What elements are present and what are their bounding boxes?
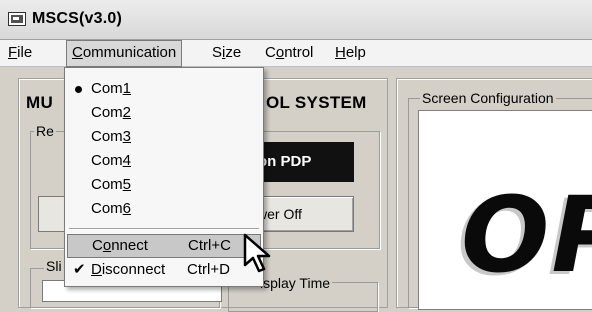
menu-size-rest: ze	[225, 44, 242, 61]
slide-group-legend: Sli	[44, 258, 64, 274]
panel-heading-right: OL SYSTEM	[266, 93, 367, 112]
mnemonic-letter: D	[91, 261, 102, 278]
mnemonic-letter: 3	[122, 128, 132, 145]
menu-size-a: S	[212, 44, 223, 61]
menu-item-label: Com1	[91, 80, 132, 97]
menu-help[interactable]: Help	[330, 40, 371, 67]
menu-item-connect[interactable]: Connect Ctrl+C	[67, 234, 261, 258]
menu-control[interactable]: Control	[260, 40, 318, 67]
menu-item-shortcut: Ctrl+D	[187, 261, 230, 278]
menu-file-rest: ile	[17, 44, 33, 61]
communication-menu: Com1 Com2 Com3 Com4 Com5 Com6 Connect Ct…	[64, 67, 264, 287]
title-bar: MSCS(v3.0)	[0, 0, 592, 40]
menu-item-label: Disconnect	[91, 261, 166, 278]
mnemonic-letter: o	[102, 237, 112, 254]
menu-file-mnemonic: F	[8, 44, 18, 61]
menu-communication[interactable]: Communication	[66, 40, 183, 67]
menu-item-label: Com5	[91, 176, 132, 193]
menu-item-com5[interactable]: Com5	[67, 173, 261, 197]
menu-item-shortcut: Ctrl+C	[188, 237, 231, 254]
menu-communication-mnemonic: C	[72, 44, 83, 61]
display-time-legend: isplay Time	[258, 275, 333, 291]
menu-communication-rest: ommunication	[82, 44, 177, 61]
mnemonic-letter: 4	[122, 152, 132, 169]
menu-item-com3[interactable]: Com3	[67, 125, 261, 149]
menu-item-label: Com3	[91, 128, 132, 145]
menu-control-a: C	[265, 44, 276, 61]
menu-item-label: Com2	[91, 104, 132, 121]
preview-text: OP	[461, 174, 592, 296]
menu-item-com4[interactable]: Com4	[67, 149, 261, 173]
menu-item-label: Com4	[91, 152, 132, 169]
screen-config-legend: Screen Configuration	[420, 90, 556, 106]
mouse-pointer-icon	[243, 233, 271, 273]
menu-item-com6[interactable]: Com6	[67, 197, 261, 221]
left-button-stub[interactable]	[38, 196, 66, 232]
panel-heading-left: MU	[26, 93, 54, 112]
menu-separator	[69, 228, 259, 230]
menu-bar: File Communication Size Control Help	[0, 40, 592, 67]
menu-item-label: Com6	[91, 200, 132, 217]
menu-help-mnemonic: H	[335, 44, 346, 61]
menu-item-com1[interactable]: Com1	[67, 77, 261, 101]
window-title: MSCS(v3.0)	[32, 10, 123, 27]
mnemonic-letter: 2	[122, 104, 132, 121]
menu-size[interactable]: Size	[207, 40, 246, 67]
menu-item-label: Connect	[92, 237, 148, 254]
screen-preview[interactable]: OP	[418, 110, 592, 310]
menu-control-rest: ntrol	[284, 44, 314, 61]
menu-control-mnemonic: o	[275, 44, 285, 61]
menu-item-disconnect[interactable]: ✔ Disconnect Ctrl+D	[67, 258, 261, 282]
radio-selected-icon	[75, 86, 82, 93]
menu-item-com2[interactable]: Com2	[67, 101, 261, 125]
monitor-icon	[8, 12, 26, 26]
mnemonic-letter: 5	[122, 176, 132, 193]
mnemonic-letter: 6	[122, 200, 132, 217]
mnemonic-letter: 1	[122, 80, 132, 97]
menu-file[interactable]: File	[3, 40, 37, 67]
remote-group-legend: Re	[34, 123, 56, 139]
checkmark-icon: ✔	[73, 261, 86, 278]
menu-help-rest: elp	[345, 44, 366, 61]
